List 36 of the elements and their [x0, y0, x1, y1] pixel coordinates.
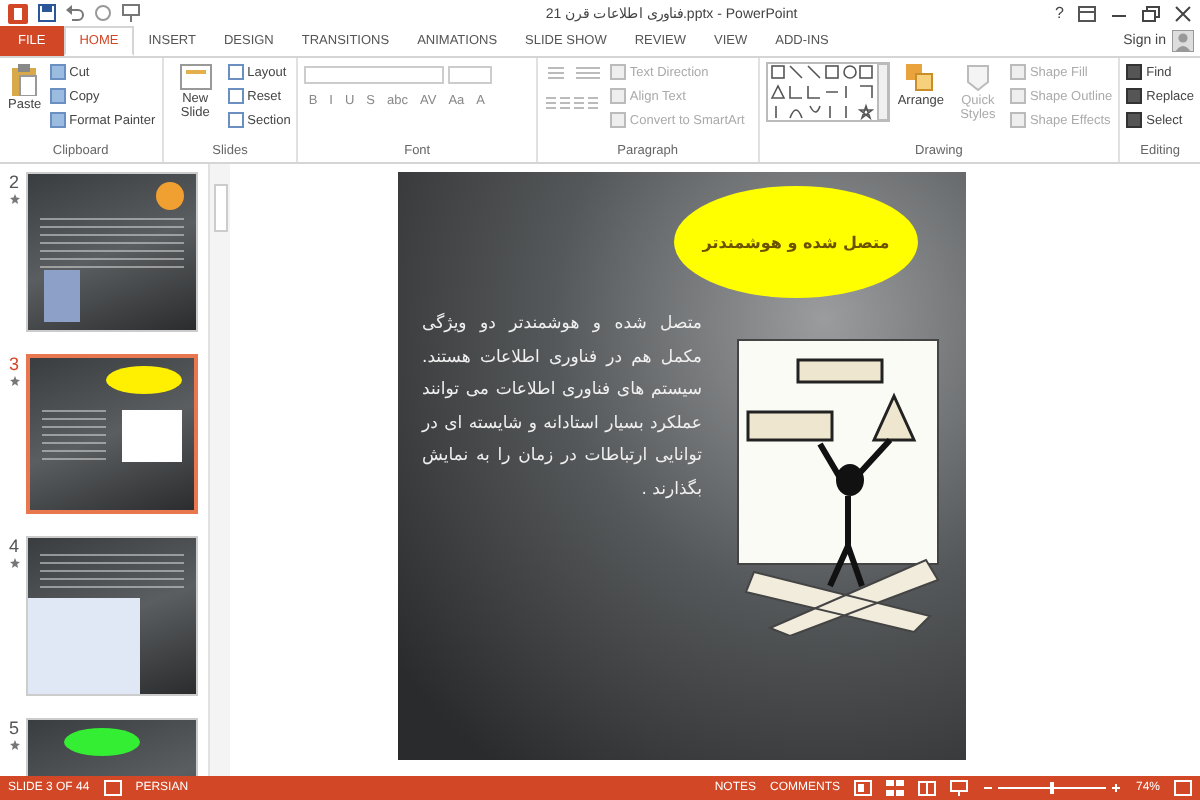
slide-number: 3 [8, 354, 19, 374]
user-avatar-icon [1172, 30, 1194, 52]
slide-number: 2 [8, 172, 19, 192]
zoom-in-icon[interactable] [1110, 783, 1121, 793]
slide-thumbnail[interactable] [26, 172, 198, 332]
ribbon-display-icon[interactable] [1078, 5, 1096, 21]
slide-number: 4 [8, 536, 19, 556]
close-icon[interactable] [1174, 5, 1192, 21]
presentation-icon[interactable] [122, 4, 140, 22]
slideshow-icon[interactable] [949, 780, 968, 796]
help-button[interactable]: ? [1055, 4, 1064, 22]
slide-sorter-icon[interactable] [885, 780, 904, 796]
fit-slide-icon[interactable] [1174, 780, 1192, 796]
slide-thumbnail[interactable] [26, 354, 198, 514]
clipboard-icon [10, 64, 39, 96]
slide-number: 5 [8, 718, 19, 738]
star-icon [9, 558, 19, 568]
slide-thumbnail[interactable] [26, 536, 198, 696]
font-size-field[interactable] [448, 66, 493, 84]
quick-styles-icon [963, 64, 992, 92]
star-icon [9, 740, 19, 750]
font-name-field[interactable] [304, 66, 445, 84]
save-icon[interactable] [38, 4, 56, 22]
arrange-icon [906, 64, 935, 92]
scrollbar[interactable] [208, 164, 230, 776]
slide-heading: متصل شده و هوشمندتر [702, 233, 890, 251]
zoom-slider-thumb[interactable] [1049, 782, 1054, 794]
star-icon [9, 376, 19, 386]
slide-body-text: متصل شده و هوشمندتر دو ویژگی مکمل هم در فناوری اطلاعات هستند. سیستم های فناوری اطلاعات می توانند عملکرد بسیار استادانه و شایسته ای در توانایی ارتباطات در زمان را به نمایش بگذارند . [422, 311, 702, 504]
reading-view-icon[interactable] [917, 780, 936, 796]
star-icon [9, 194, 19, 204]
shapes-gallery[interactable] [765, 62, 890, 122]
slide-icon [179, 64, 212, 90]
undo-icon[interactable] [66, 4, 84, 22]
restore-icon[interactable] [1142, 5, 1160, 21]
normal-view-icon[interactable] [853, 780, 872, 796]
